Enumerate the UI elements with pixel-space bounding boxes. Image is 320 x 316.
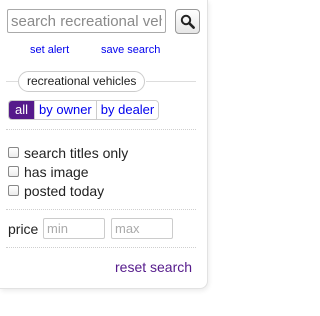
max-price-input[interactable]	[111, 218, 173, 239]
divider	[146, 81, 196, 82]
min-price-input[interactable]	[43, 218, 105, 239]
search-panel: set alert save search recreational vehic…	[0, 0, 208, 289]
price-label: price	[8, 221, 39, 237]
has-image-option[interactable]: has image	[8, 163, 89, 180]
option-label: has image	[24, 163, 89, 180]
posted-today-checkbox[interactable]	[8, 185, 19, 196]
search-input[interactable]	[7, 9, 166, 33]
option-label: posted today	[24, 182, 105, 199]
search-titles-only-option[interactable]: search titles only	[8, 144, 128, 161]
divider	[6, 81, 18, 82]
seller-type-toggle: all by owner by dealer	[8, 100, 160, 120]
divider	[6, 247, 196, 248]
has-image-checkbox[interactable]	[8, 166, 19, 177]
search-titles-only-checkbox[interactable]	[8, 147, 19, 158]
seller-by-dealer-button[interactable]: by dealer	[95, 101, 159, 119]
seller-by-owner-button[interactable]: by owner	[34, 101, 96, 119]
category-selector[interactable]: recreational vehicles	[18, 71, 146, 92]
posted-today-option[interactable]: posted today	[8, 182, 104, 199]
search-icon	[180, 14, 195, 29]
seller-all-button[interactable]: all	[9, 101, 35, 119]
divider	[6, 129, 196, 130]
search-button[interactable]	[175, 9, 200, 34]
divider	[6, 209, 196, 210]
option-label: search titles only	[24, 144, 129, 161]
save-search-link[interactable]: save search	[101, 44, 160, 56]
reset-search-link[interactable]: reset search	[115, 259, 192, 275]
set-alert-link[interactable]: set alert	[30, 44, 69, 56]
